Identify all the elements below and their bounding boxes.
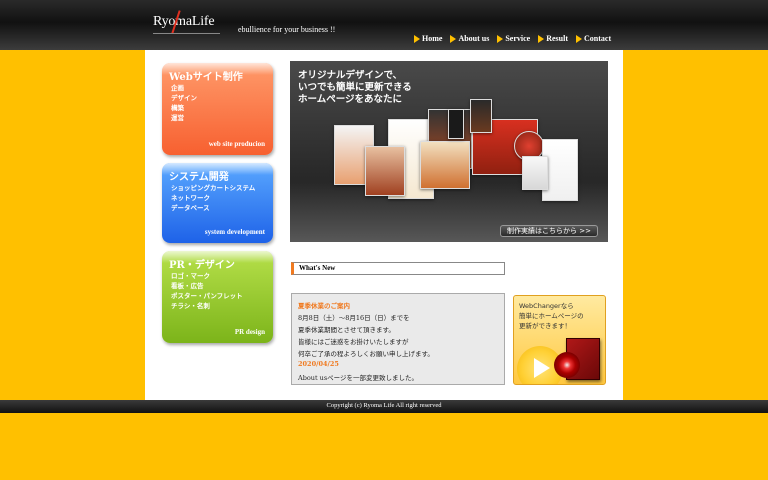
nav-about-us[interactable]: About us bbox=[450, 34, 489, 43]
arrow-right-icon bbox=[538, 34, 545, 43]
menu-box-web-production[interactable]: Webサイト制作 企画 デザイン 構築 運営 web site producio… bbox=[162, 63, 273, 155]
menu-box-item[interactable]: 企画 bbox=[171, 83, 197, 93]
menu-box-item[interactable]: ポスター・パンフレット bbox=[171, 291, 243, 301]
menu-box-subtitle: web site producion bbox=[208, 140, 265, 148]
webchanger-ad-banner[interactable]: WebChangerなら 簡単にホームページの 更新ができます！ bbox=[513, 295, 606, 385]
website-screenshot-thumbnail bbox=[365, 146, 405, 196]
news-title[interactable]: 夏季休業のご案内 bbox=[298, 300, 350, 310]
portfolio-link-button[interactable]: 制作実績はこちらから >> bbox=[500, 225, 598, 237]
news-text: 8月8日（土）～8月16日（日）までを bbox=[298, 314, 410, 322]
menu-box-title: Webサイト制作 bbox=[169, 72, 243, 83]
menu-box-item[interactable]: ネットワーク bbox=[171, 193, 255, 203]
hero-banner: オリジナルデザインで、 いつでも簡単に更新できる ホームページをあなたに 制作実… bbox=[290, 61, 608, 242]
menu-box-item[interactable]: 看板・広告 bbox=[171, 281, 243, 291]
nav-home[interactable]: Home bbox=[414, 34, 442, 43]
nav-home-label: Home bbox=[422, 34, 443, 43]
nav-service[interactable]: Service bbox=[497, 34, 530, 43]
news-text[interactable]: About usページを一部変更致しました。 bbox=[298, 372, 418, 382]
menu-box-item[interactable]: 運営 bbox=[171, 113, 197, 123]
menu-box-subtitle: PR design bbox=[234, 328, 265, 336]
website-screenshot-thumbnail bbox=[448, 109, 464, 139]
banner-line: ホームページをあなたに bbox=[298, 94, 403, 105]
menu-box-pr-design[interactable]: PR・デザイン ロゴ・マーク 看板・広告 ポスター・パンフレット チラシ・名刺 … bbox=[162, 251, 273, 343]
menu-box-system-development[interactable]: システム開発 ショッピングカートシステム ネットワーク データベース syste… bbox=[162, 163, 273, 243]
menu-box-title: システム開発 bbox=[169, 172, 229, 183]
news-text: 何卒ご了承の程よろしくお願い申し上げます。 bbox=[298, 350, 434, 358]
cd-disc-icon bbox=[554, 352, 580, 378]
menu-box-item[interactable]: チラシ・名刺 bbox=[171, 301, 243, 311]
menu-box-item[interactable]: ショッピングカートシステム bbox=[171, 183, 255, 193]
site-footer: Copyright (c) Ryoma Life All right reser… bbox=[0, 400, 768, 413]
arrow-right-icon bbox=[414, 34, 420, 43]
ad-line: 簡単にホームページの bbox=[519, 312, 584, 320]
menu-box-item[interactable]: データベース bbox=[171, 203, 255, 213]
ad-line: 更新ができます！ bbox=[519, 322, 571, 330]
whats-new-heading: What's New bbox=[291, 262, 505, 275]
menu-box-item[interactable]: ロゴ・マーク bbox=[171, 271, 243, 281]
site-header: RyomaLife ebullience for your business !… bbox=[0, 0, 768, 50]
menu-box-list: ロゴ・マーク 看板・広告 ポスター・パンフレット チラシ・名刺 bbox=[171, 271, 243, 311]
menu-box-item[interactable]: デザイン bbox=[171, 93, 197, 103]
news-date: 2020/04/25 bbox=[298, 360, 339, 368]
nav-service-label: Service bbox=[505, 34, 531, 43]
ad-line: WebChangerなら bbox=[519, 302, 574, 310]
arrow-right-icon bbox=[576, 34, 582, 43]
menu-box-subtitle: system development bbox=[204, 228, 265, 236]
whats-new-label: What's New bbox=[299, 264, 336, 272]
nav-contact[interactable]: Contact bbox=[576, 34, 611, 43]
news-text: 夏季休業期間とさせて頂きます。 bbox=[298, 326, 395, 334]
website-screenshot-thumbnail bbox=[420, 141, 470, 189]
play-icon bbox=[534, 358, 550, 378]
website-screenshot-thumbnail bbox=[470, 99, 492, 133]
news-box: 夏季休業のご案内 8月8日（土）～8月16日（日）までを 夏季休業期間とさせて頂… bbox=[291, 293, 505, 385]
main-nav: Home About us Service Result Contact bbox=[414, 34, 611, 43]
news-text: 皆様にはご迷惑をお掛けいたしますが bbox=[298, 338, 409, 346]
logo-text: RyomaLife bbox=[153, 14, 215, 29]
menu-box-title: PR・デザイン bbox=[169, 260, 235, 271]
nav-result[interactable]: Result bbox=[538, 34, 568, 43]
menu-box-list: ショッピングカートシステム ネットワーク データベース bbox=[171, 183, 255, 213]
logo-underline bbox=[153, 33, 220, 34]
arrow-right-icon bbox=[450, 34, 457, 43]
main-content-panel: Webサイト制作 企画 デザイン 構築 運営 web site producio… bbox=[145, 50, 623, 400]
menu-box-list: 企画 デザイン 構築 運営 bbox=[171, 83, 197, 123]
site-tagline: ebullience for your business !! bbox=[238, 25, 336, 34]
website-screenshot-thumbnail bbox=[522, 156, 548, 190]
arrow-right-icon bbox=[497, 34, 504, 43]
nav-contact-label: Contact bbox=[584, 34, 612, 43]
copyright-text: Copyright (c) Ryoma Life All right reser… bbox=[326, 402, 442, 409]
site-logo[interactable]: RyomaLife bbox=[153, 10, 215, 34]
nav-result-label: Result bbox=[546, 34, 568, 43]
menu-box-item[interactable]: 構築 bbox=[171, 103, 197, 113]
nav-about-us-label: About us bbox=[458, 34, 490, 43]
